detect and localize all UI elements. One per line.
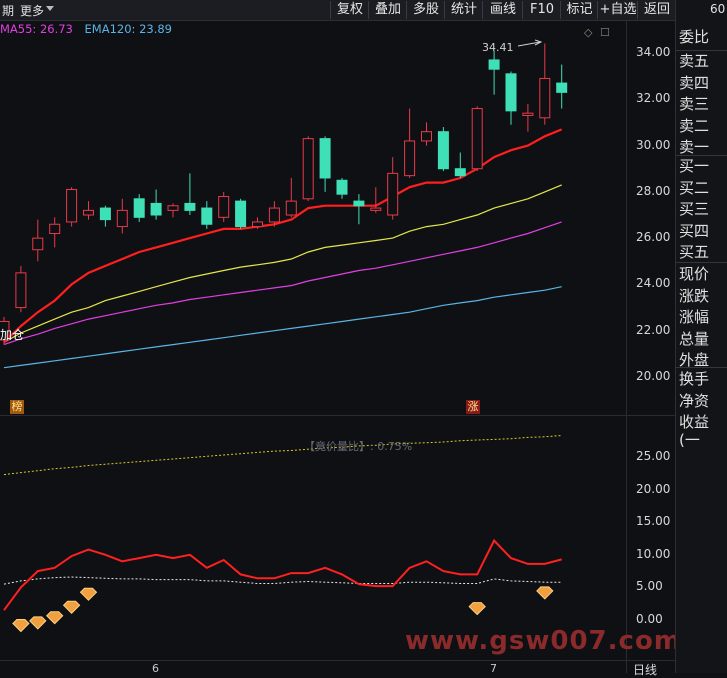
- quote-label-group3-4: 买五: [679, 243, 710, 261]
- x-label-june: 6: [152, 662, 159, 675]
- candle-body: [150, 202, 162, 216]
- sub-tick: 0.00: [636, 612, 663, 626]
- candle-body: [421, 131, 432, 142]
- sub-tick: 20.00: [636, 481, 671, 496]
- candle-body: [116, 209, 128, 228]
- price-tick: 30.00: [636, 137, 671, 152]
- quote-label-group4-3: 总量: [679, 329, 710, 348]
- candle-body: [370, 207, 382, 211]
- candle-body: [99, 207, 111, 221]
- add-position-mark: 加仓: [0, 328, 25, 342]
- price-tick: 28.00: [636, 183, 671, 198]
- watermark: www.gsw007.com: [405, 626, 682, 656]
- sub-tick: 10.00: [636, 546, 671, 561]
- diamond-signal-icon: [45, 611, 64, 625]
- diamond-signal-icon: [79, 587, 98, 601]
- candlestick-chart[interactable]: [0, 0, 675, 673]
- panel-separator: [676, 50, 727, 51]
- candle-body: [235, 200, 247, 228]
- diamond-signal-icon: [536, 586, 554, 600]
- candle-body: [556, 82, 568, 93]
- sub-tick: 15.00: [636, 514, 671, 529]
- diamond-signal-icon: [62, 600, 81, 614]
- candle-body: [454, 168, 466, 177]
- price-tick: 20.00: [636, 369, 671, 383]
- candle-body: [49, 223, 61, 235]
- x-label-july: 7: [490, 662, 497, 675]
- price-tick: 26.00: [636, 230, 671, 245]
- candle-body: [83, 209, 94, 216]
- quote-label-group3-0: 买一: [679, 157, 710, 175]
- x-axis-line: [0, 660, 675, 661]
- ratio-white-line: [3, 576, 562, 585]
- sub-tick: 25.00: [636, 449, 671, 463]
- price-tick: 34.00: [636, 45, 671, 59]
- quote-label-group5-0: 换手: [679, 370, 710, 388]
- price-tick: 32.00: [636, 91, 671, 106]
- candle-body: [353, 200, 365, 207]
- quote-label-group3-2: 买三: [679, 200, 710, 218]
- candle-body: [285, 200, 297, 216]
- candle-body: [218, 195, 230, 218]
- quote-label-group5-2: 收益(一: [679, 413, 710, 449]
- candle-body: [471, 108, 483, 170]
- quote-label-group4-4: 外盘: [679, 351, 710, 369]
- candle-body: [336, 179, 348, 195]
- diamond-signal-icon: [468, 602, 486, 616]
- candle-body: [505, 73, 517, 112]
- quote-label-group1-0: 委比: [679, 28, 710, 46]
- sub-tick: 5.00: [636, 579, 663, 594]
- candle-body: [522, 112, 534, 116]
- diamond-signal-icon: [12, 619, 30, 633]
- dotted-yellow-line: [3, 435, 562, 476]
- quote-label-group2-3: 卖二: [679, 116, 710, 135]
- candle-body: [404, 140, 416, 177]
- candle-body: [15, 272, 27, 309]
- candle-body: [387, 172, 399, 216]
- price-tick: 24.00: [636, 276, 671, 291]
- quote-label-group4-1: 涨跌: [679, 286, 710, 305]
- stock-code-partial: 60: [710, 2, 726, 16]
- quote-label-group2-0: 卖五: [679, 52, 710, 70]
- quote-label-group5-1: 净资: [679, 391, 710, 410]
- quote-label-group4-0: 现价: [679, 265, 710, 283]
- panel-separator: [676, 262, 727, 263]
- candle-body: [66, 189, 78, 223]
- quote-label-group3-1: 买二: [679, 178, 710, 197]
- quote-label-group4-2: 涨幅: [679, 308, 710, 326]
- candle-body: [201, 207, 213, 225]
- price-tick: 22.00: [636, 322, 671, 337]
- quote-label-group2-2: 卖三: [679, 95, 710, 113]
- candle-body: [167, 205, 179, 211]
- candle-body: [32, 237, 44, 251]
- candle-body: [319, 138, 331, 179]
- ma-magenta-line: [3, 221, 562, 346]
- candle-body: [268, 207, 280, 223]
- ma-blue-line: [3, 286, 562, 369]
- ma-yellow-line: [3, 184, 562, 343]
- candle-body: [252, 221, 263, 228]
- pane-divider: [0, 415, 675, 416]
- candle-body: [302, 138, 314, 200]
- period-label[interactable]: 日线: [633, 661, 657, 678]
- quote-label-group3-3: 买四: [679, 221, 710, 240]
- axis-divider: [626, 20, 627, 673]
- diamond-signal-icon: [29, 616, 47, 630]
- rank-tag[interactable]: 榜: [10, 400, 24, 414]
- candle-body: [133, 198, 145, 218]
- limit-up-tag[interactable]: 涨: [466, 400, 480, 414]
- candle-body: [539, 77, 551, 119]
- quote-panel: 委比卖五卖四卖三卖二卖一 买一买二买三买四买五现价涨跌涨幅总量外盘 换手净资收益(一: [675, 0, 727, 673]
- candle-body: [184, 202, 196, 211]
- quote-label-group2-4: 卖一: [679, 138, 710, 156]
- candle-body: [437, 131, 449, 170]
- max-price-label: 34.41: [482, 41, 514, 54]
- quote-label-group2-1: 卖四: [679, 73, 710, 92]
- candle-body: [488, 59, 500, 70]
- sub-indicator-title: 【竟价量比】: 0.75%: [304, 440, 413, 453]
